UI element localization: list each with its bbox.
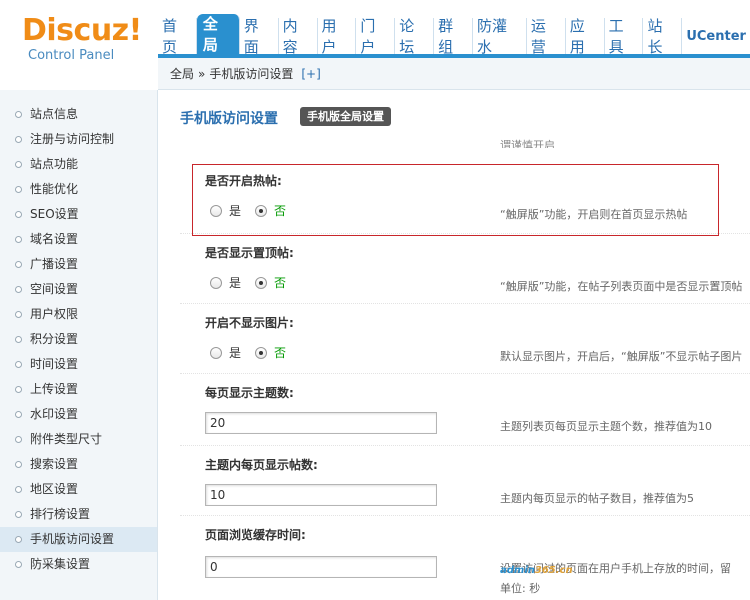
nav-extended[interactable]: 运营 bbox=[527, 17, 566, 56]
discuz-logo[interactable]: Discuz! Control Panel bbox=[22, 13, 162, 64]
nav-style[interactable]: 界面 bbox=[240, 17, 279, 56]
radio-no[interactable] bbox=[255, 346, 268, 359]
radio-yes-label[interactable]: 是 bbox=[229, 274, 241, 291]
setting-tip: “触屏版”功能，在帖子列表页面中是否显示置顶帖 bbox=[500, 280, 743, 293]
setting-tip: 主题列表页每页显示主题个数，推荐值为10 bbox=[500, 420, 712, 433]
sidebar-item-performance[interactable]: 性能优化 bbox=[0, 177, 157, 202]
watermark: admin365.cn bbox=[500, 565, 573, 576]
setting-label: 主题内每页显示帖数: bbox=[205, 458, 318, 472]
radio-no-label[interactable]: 否 bbox=[274, 344, 286, 361]
sidebar-item-register[interactable]: 注册与访问控制 bbox=[0, 127, 157, 152]
radio-yes[interactable] bbox=[210, 276, 222, 289]
sidebar-item-follow[interactable]: 广播设置 bbox=[0, 252, 157, 277]
nav-ucenter[interactable]: UCenter bbox=[682, 18, 750, 54]
logo-subtitle: Control Panel bbox=[28, 48, 115, 63]
setting-tip-unit: 单位: 秒 bbox=[500, 582, 541, 595]
sidebar-item-permission[interactable]: 用户权限 bbox=[0, 302, 157, 327]
sidebar-item-space[interactable]: 空间设置 bbox=[0, 277, 157, 302]
setting-tip: 主题内每页显示的帖子数目，推荐值为5 bbox=[500, 492, 694, 505]
mobile-global-settings-button[interactable]: 手机版全局设置 bbox=[300, 107, 391, 126]
nav-content[interactable]: 内容 bbox=[279, 17, 318, 56]
breadcrumb-root[interactable]: 全局 bbox=[170, 65, 194, 82]
setting-tip-partial: 谓谨慎开启 bbox=[500, 139, 555, 148]
sidebar: 站点信息 注册与访问控制 站点功能 性能优化 SEO设置 域名设置 广播设置 空… bbox=[0, 90, 158, 600]
setting-label: 每页显示主题数: bbox=[205, 386, 294, 400]
sidebar-item-district[interactable]: 地区设置 bbox=[0, 477, 157, 502]
posts-per-page-input[interactable] bbox=[205, 484, 437, 506]
setting-row-hide-images: 开启不显示图片: 是 否 默认显示图片，开启后，“触屏版”不显示帖子图片 bbox=[180, 304, 750, 374]
breadcrumb: 全局 » 手机版访问设置 [+] bbox=[158, 58, 750, 90]
setting-row-sticky-threads: 是否显示置顶帖: 是 否 “触屏版”功能，在帖子列表页面中是否显示置顶帖 bbox=[180, 234, 750, 304]
sidebar-item-watermark[interactable]: 水印设置 bbox=[0, 402, 157, 427]
logo-text: Discuz! bbox=[22, 13, 142, 48]
nav-portal[interactable]: 门户 bbox=[356, 17, 396, 56]
highlight-annotation-box bbox=[192, 164, 719, 236]
sidebar-item-attachment[interactable]: 附件类型尺寸 bbox=[0, 427, 157, 452]
watermark-part-b: 365.cn bbox=[534, 565, 573, 576]
nav-founder[interactable]: 站长 bbox=[643, 17, 683, 56]
radio-no-label[interactable]: 否 bbox=[274, 274, 286, 291]
header: Discuz! Control Panel 首页 全局 界面 内容 用户 门户 … bbox=[0, 0, 750, 90]
radio-group: 是 否 bbox=[210, 274, 300, 291]
sidebar-item-seo[interactable]: SEO设置 bbox=[0, 202, 157, 227]
setting-label: 开启不显示图片: bbox=[205, 316, 294, 330]
nav-plugin[interactable]: 应用 bbox=[566, 17, 605, 56]
sidebar-item-domain[interactable]: 域名设置 bbox=[0, 227, 157, 252]
sidebar-item-functions[interactable]: 站点功能 bbox=[0, 152, 157, 177]
setting-row-cache-time: 页面浏览缓存时间: 设置访问过的页面在用户手机上存放的时间，留 单位: 秒 bbox=[180, 516, 750, 600]
nav-safe[interactable]: 防灌水 bbox=[473, 17, 527, 56]
sidebar-item-time[interactable]: 时间设置 bbox=[0, 352, 157, 377]
radio-no[interactable] bbox=[255, 276, 268, 289]
top-nav: 首页 全局 界面 内容 用户 门户 论坛 群组 防灌水 运营 应用 工具 站长 … bbox=[158, 14, 750, 56]
cache-time-input[interactable] bbox=[205, 556, 437, 578]
setting-tip: 默认显示图片，开启后，“触屏版”不显示帖子图片 bbox=[500, 350, 743, 363]
watermark-part-a: admin bbox=[500, 565, 535, 576]
radio-yes[interactable] bbox=[210, 346, 222, 359]
sidebar-item-upload[interactable]: 上传设置 bbox=[0, 377, 157, 402]
sidebar-item-mobile[interactable]: 手机版访问设置 bbox=[0, 527, 157, 552]
sidebar-item-antitheft[interactable]: 防采集设置 bbox=[0, 552, 157, 577]
nav-group[interactable]: 群组 bbox=[434, 17, 473, 56]
topics-per-page-input[interactable] bbox=[205, 412, 437, 434]
nav-forum[interactable]: 论坛 bbox=[395, 17, 435, 56]
nav-home[interactable]: 首页 bbox=[158, 17, 197, 56]
sidebar-item-site-info[interactable]: 站点信息 bbox=[0, 102, 157, 127]
setting-row-posts-per-page: 主题内每页显示帖数: 主题内每页显示的帖子数目，推荐值为5 bbox=[180, 446, 750, 516]
radio-group: 是 否 bbox=[210, 344, 300, 361]
main-content: 手机版访问设置 手机版全局设置 谓谨慎开启 是否开启热帖: 是 否 “触屏版”功… bbox=[158, 90, 750, 600]
radio-yes-label[interactable]: 是 bbox=[229, 344, 241, 361]
setting-row-topics-per-page: 每页显示主题数: 主题列表页每页显示主题个数，推荐值为10 bbox=[180, 374, 750, 446]
page-title: 手机版访问设置 bbox=[180, 111, 278, 127]
breadcrumb-separator: » bbox=[198, 66, 206, 81]
nav-user[interactable]: 用户 bbox=[318, 17, 357, 56]
nav-tools[interactable]: 工具 bbox=[605, 17, 644, 56]
breadcrumb-current: 手机版访问设置 bbox=[209, 67, 294, 81]
sidebar-item-search[interactable]: 搜索设置 bbox=[0, 452, 157, 477]
add-to-menu-button[interactable]: [+] bbox=[301, 67, 320, 81]
sidebar-item-credits[interactable]: 积分设置 bbox=[0, 327, 157, 352]
setting-label: 页面浏览缓存时间: bbox=[205, 528, 306, 542]
setting-label: 是否显示置顶帖: bbox=[205, 246, 294, 260]
nav-global[interactable]: 全局 bbox=[196, 14, 240, 54]
sidebar-item-ranklist[interactable]: 排行榜设置 bbox=[0, 502, 157, 527]
